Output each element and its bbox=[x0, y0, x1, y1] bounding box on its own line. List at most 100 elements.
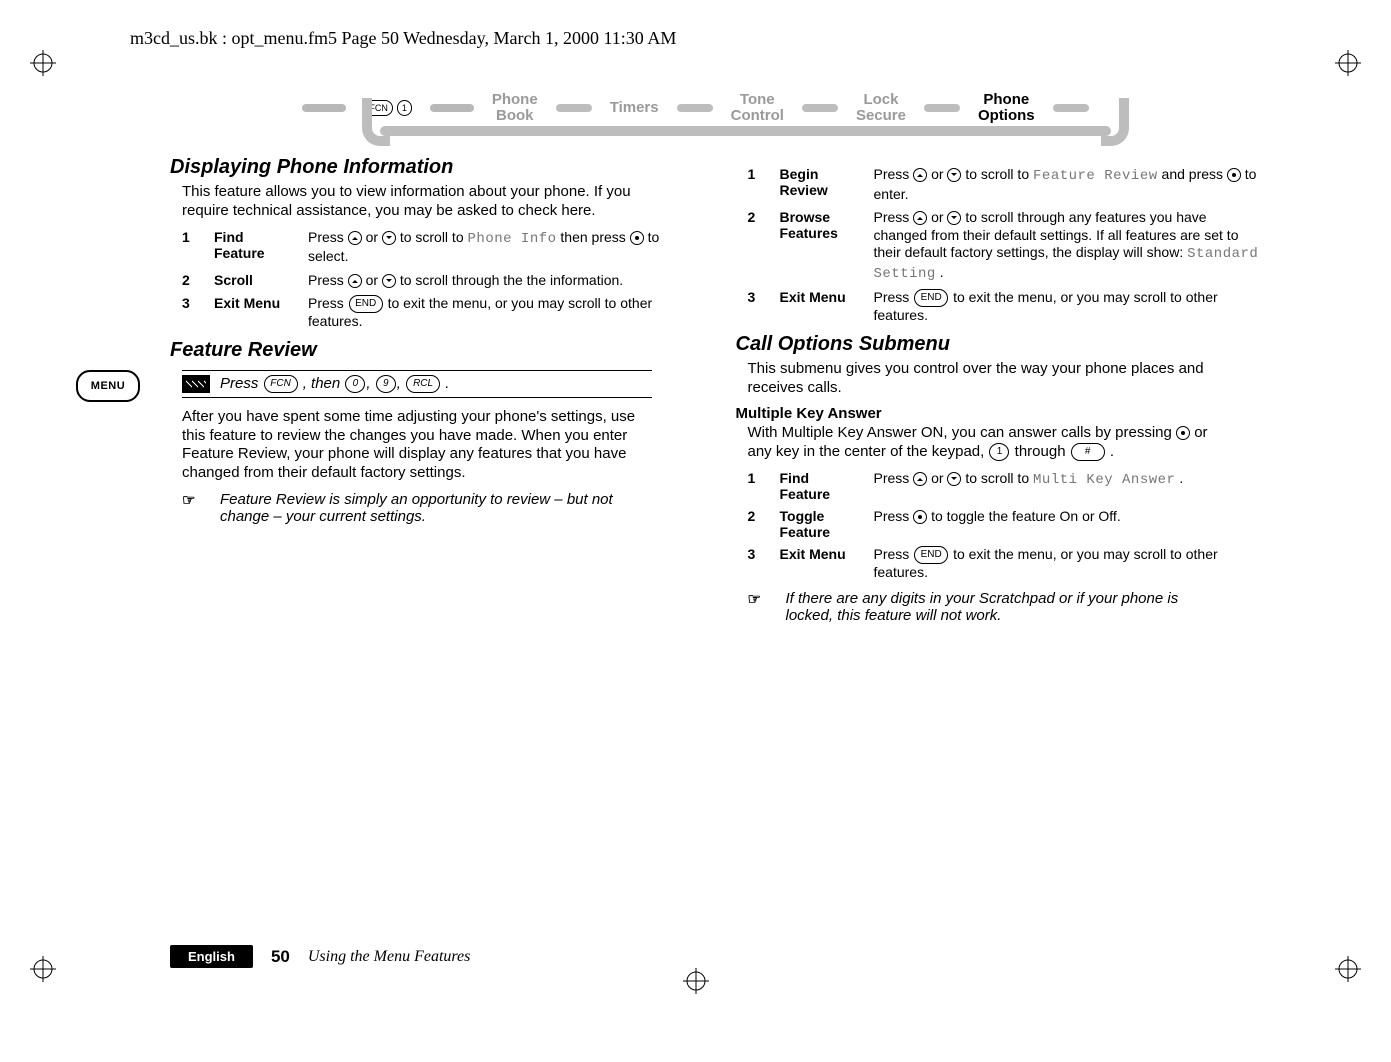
running-header: m3cd_us.bk : opt_menu.fm5 Page 50 Wednes… bbox=[130, 28, 676, 49]
step-number: 1 bbox=[748, 166, 762, 182]
step-label: Exit Menu bbox=[780, 289, 856, 305]
page: m3cd_us.bk : opt_menu.fm5 Page 50 Wednes… bbox=[0, 0, 1391, 1062]
step-row: 3 Exit Menu Press END to exit the menu, … bbox=[748, 546, 1262, 582]
left-column: Displaying Phone Information This featur… bbox=[170, 150, 696, 942]
text: Press bbox=[308, 272, 348, 288]
steps-feature-review: 1 Begin Review Press or to scroll to Fea… bbox=[748, 166, 1262, 325]
nav-item-line2: Book bbox=[496, 107, 534, 124]
nav-item-tone-control: Tone Control bbox=[731, 92, 784, 125]
nav-separator bbox=[1053, 104, 1089, 112]
crop-mark-icon bbox=[1335, 50, 1361, 76]
step-label: Exit Menu bbox=[780, 546, 856, 562]
step-row: 1 Find Feature Press or to scroll to Mul… bbox=[748, 470, 1262, 502]
nav-lead-bar bbox=[302, 104, 346, 112]
text: then press bbox=[560, 229, 629, 245]
step-desc: Press END to exit the menu, or you may s… bbox=[874, 289, 1262, 325]
text: With Multiple Key Answer ON, you can ans… bbox=[748, 424, 1177, 441]
nav-item-lock-secure: Lock Secure bbox=[856, 92, 906, 125]
heading-call-options: Call Options Submenu bbox=[736, 333, 1262, 356]
end-key-icon: END bbox=[914, 289, 948, 307]
nav-item-line2: Control bbox=[731, 107, 784, 124]
body-text: With Multiple Key Answer ON, you can ans… bbox=[748, 424, 1228, 462]
text: Press bbox=[874, 166, 914, 182]
text: Press bbox=[874, 546, 914, 562]
end-key-icon: END bbox=[349, 295, 383, 313]
text: . bbox=[445, 375, 449, 392]
text: to scroll through any features you have … bbox=[874, 209, 1239, 260]
up-key-icon bbox=[913, 472, 927, 486]
down-key-icon bbox=[947, 168, 961, 182]
step-label: Find Feature bbox=[214, 229, 290, 261]
step-row: 3 Exit Menu Press END to exit the menu, … bbox=[182, 295, 696, 331]
step-number: 3 bbox=[748, 289, 762, 305]
step-number: 3 bbox=[182, 295, 196, 311]
step-row: 1 Begin Review Press or to scroll to Fea… bbox=[748, 166, 1262, 203]
step-desc: Press or to scroll through the the infor… bbox=[308, 272, 696, 290]
step-number: 3 bbox=[748, 546, 762, 562]
step-label: Toggle Feature bbox=[780, 508, 856, 540]
nav-item-line1: Phone bbox=[492, 91, 538, 108]
step-number: 2 bbox=[748, 508, 762, 524]
text: , then bbox=[303, 375, 345, 392]
up-key-icon bbox=[348, 231, 362, 245]
hash-key-icon: # bbox=[1071, 443, 1105, 461]
shortcut-box: Press FCN , then 0, 9, RCL . bbox=[182, 370, 652, 398]
down-key-icon bbox=[947, 211, 961, 225]
step-row: 1 Find Feature Press or to scroll to Pho… bbox=[182, 229, 696, 266]
up-key-icon bbox=[913, 168, 927, 182]
nav-item-line2: Options bbox=[978, 107, 1035, 124]
text: to toggle the feature On or Off. bbox=[931, 508, 1121, 524]
down-key-icon bbox=[382, 231, 396, 245]
up-key-icon bbox=[348, 274, 362, 288]
shortcut-text: Press FCN , then 0, 9, RCL . bbox=[220, 375, 449, 393]
text: Press bbox=[874, 209, 914, 225]
step-number: 1 bbox=[748, 470, 762, 486]
step-number: 1 bbox=[182, 229, 196, 245]
down-key-icon bbox=[947, 472, 961, 486]
step-label: Begin Review bbox=[780, 166, 856, 198]
note: ☞ Feature Review is simply an opportunit… bbox=[182, 491, 652, 525]
note-icon: ☞ bbox=[748, 590, 778, 624]
text: . bbox=[940, 264, 944, 280]
step-desc: Press END to exit the menu, or you may s… bbox=[308, 295, 696, 331]
step-number: 2 bbox=[182, 272, 196, 288]
text: to scroll to bbox=[965, 470, 1033, 486]
step-label: Exit Menu bbox=[214, 295, 290, 311]
select-key-icon bbox=[630, 231, 644, 245]
one-key-icon: 1 bbox=[397, 100, 412, 116]
text: through bbox=[1015, 443, 1070, 460]
step-label: Browse Features bbox=[780, 209, 856, 241]
note-icon: ☞ bbox=[182, 491, 212, 525]
heading-multiple-key-answer: Multiple Key Answer bbox=[736, 405, 1262, 422]
step-desc: Press END to exit the menu, or you may s… bbox=[874, 546, 1262, 582]
select-key-icon bbox=[1227, 168, 1241, 182]
end-key-icon: END bbox=[914, 546, 948, 564]
nine-key-icon: 9 bbox=[376, 375, 396, 393]
nav-item-timers: Timers bbox=[610, 100, 659, 117]
fcn-key-icon: FCN bbox=[264, 375, 298, 393]
down-key-icon bbox=[382, 274, 396, 288]
step-desc: Press or to scroll to Feature Review and… bbox=[874, 166, 1262, 203]
text: Press bbox=[874, 470, 914, 486]
select-key-icon bbox=[913, 510, 927, 524]
menu-tab-icon: MENU bbox=[76, 370, 140, 402]
step-row: 2 Browse Features Press or to scroll thr… bbox=[748, 209, 1262, 283]
page-title: Using the Menu Features bbox=[308, 948, 470, 966]
crop-mark-icon bbox=[30, 956, 56, 982]
nav-separator bbox=[802, 104, 838, 112]
page-number: 50 bbox=[271, 947, 290, 967]
heading-displaying-phone-info: Displaying Phone Information bbox=[170, 156, 696, 179]
text: Press bbox=[874, 508, 914, 524]
body-text: This submenu gives you control over the … bbox=[748, 360, 1228, 398]
text: . bbox=[1110, 443, 1114, 460]
nav-underline bbox=[380, 126, 1111, 138]
step-desc: Press or to scroll to Multi Key Answer . bbox=[874, 470, 1262, 490]
right-column: 1 Begin Review Press or to scroll to Fea… bbox=[736, 150, 1262, 942]
select-key-icon bbox=[1176, 426, 1190, 440]
nav-item-phone-book: Phone Book bbox=[492, 92, 538, 125]
footer: English 50 Using the Menu Features bbox=[170, 945, 470, 968]
text: to scroll to bbox=[965, 166, 1033, 182]
nav-separator bbox=[924, 104, 960, 112]
step-label: Scroll bbox=[214, 272, 290, 288]
step-desc: Press or to scroll to Phone Info then pr… bbox=[308, 229, 696, 266]
